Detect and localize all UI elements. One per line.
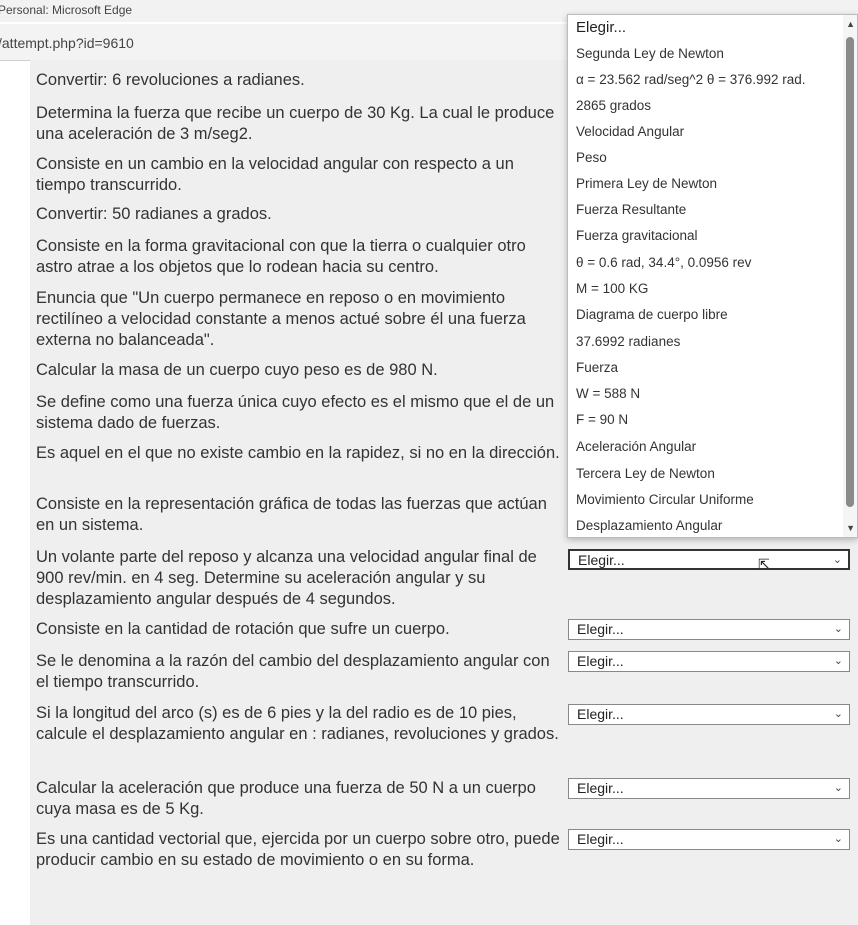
question-text: Se define como una fuerza única cuyo efe… — [36, 393, 555, 432]
question-text: Es aquel en el que no existe cambio en l… — [36, 444, 560, 462]
question-text: Calcular la aceleración que produce una … — [36, 779, 536, 818]
question-text: Consiste en un cambio en la velocidad an… — [36, 155, 514, 194]
dropdown-option[interactable]: Primera Ley de Newton — [576, 175, 717, 193]
dropdown-option[interactable]: Movimiento Circular Uniforme — [576, 491, 754, 509]
dropdown-option[interactable]: Desplazamiento Angular — [576, 517, 722, 535]
select-value: Elegir... — [578, 552, 625, 568]
dropdown-option[interactable]: M = 100 KG — [576, 280, 648, 298]
question-text: Consiste en la representación gráfica de… — [36, 495, 547, 534]
question-text: Si la longitud del arco (s) es de 6 pies… — [36, 704, 559, 743]
dropdown-option[interactable]: F = 90 N — [576, 411, 628, 429]
question-text: Se le denomina a la razón del cambio del… — [36, 652, 550, 691]
dropdown-option[interactable]: Peso — [576, 149, 607, 167]
question-text: Convertir: 50 radianes a grados. — [36, 205, 272, 223]
dropdown-option[interactable]: Diagrama de cuerpo libre — [576, 306, 728, 324]
dropdown-list[interactable]: Elegir... Segunda Ley de Newton α = 23.5… — [567, 14, 858, 538]
question-text: Un volante parte del reposo y alcanza un… — [36, 548, 537, 608]
answer-select[interactable]: Elegir... ⌄ — [568, 778, 850, 799]
answer-select[interactable]: Elegir... ⌄ — [568, 651, 850, 672]
chevron-down-icon: ⌄ — [832, 554, 842, 566]
window-title: Personal: Microsoft Edge — [0, 3, 133, 17]
chevron-down-icon: ⌄ — [833, 833, 843, 845]
select-value: Elegir... — [577, 706, 624, 722]
question-text: Convertir: 6 revoluciones a radianes. — [36, 71, 305, 89]
dropdown-option[interactable]: Velocidad Angular — [576, 123, 684, 141]
answer-select[interactable]: Elegir... ⌄ — [568, 829, 850, 850]
dropdown-option[interactable]: Elegir... — [576, 19, 626, 37]
answer-select[interactable]: Elegir... ⌄ — [568, 619, 850, 640]
dropdown-option[interactable]: Fuerza gravitacional — [576, 227, 698, 245]
scrollbar-thumb[interactable] — [846, 37, 854, 507]
question-text: Consiste en la cantidad de rotación que … — [36, 620, 450, 638]
question-text: Es una cantidad vectorial que, ejercida … — [36, 830, 560, 869]
dropdown-option[interactable]: W = 588 N — [576, 385, 640, 403]
dropdown-option[interactable]: 2865 grados — [576, 97, 651, 115]
select-value: Elegir... — [577, 831, 624, 847]
dropdown-option[interactable]: Fuerza — [576, 359, 618, 377]
question-text: Calcular la masa de un cuerpo cuyo peso … — [36, 361, 438, 379]
answer-select[interactable]: Elegir... ⌄ — [568, 549, 850, 570]
scroll-down-icon[interactable]: ▼ — [846, 523, 855, 533]
question-text: Enuncia que "Un cuerpo permanece en repo… — [36, 289, 526, 349]
select-value: Elegir... — [577, 621, 624, 637]
select-value: Elegir... — [577, 780, 624, 796]
dropdown-option[interactable]: 37.6992 radianes — [576, 333, 680, 351]
dropdown-option[interactable]: Segunda Ley de Newton — [576, 45, 724, 63]
dropdown-option[interactable]: Tercera Ley de Newton — [576, 465, 715, 483]
select-value: Elegir... — [577, 653, 624, 669]
url-text[interactable]: /attempt.php?id=9610 — [0, 35, 134, 51]
chevron-down-icon: ⌄ — [833, 782, 843, 794]
question-text: Consiste en la forma gravitacional con q… — [36, 237, 526, 276]
scroll-up-icon[interactable]: ▲ — [846, 19, 855, 29]
dropdown-option[interactable]: Fuerza Resultante — [576, 201, 686, 219]
dropdown-option[interactable]: Aceleración Angular — [576, 438, 696, 456]
answer-select[interactable]: Elegir... ⌄ — [568, 704, 850, 725]
question-text: Determina la fuerza que recibe un cuerpo… — [36, 104, 555, 143]
chevron-down-icon: ⌄ — [833, 623, 843, 635]
dropdown-option[interactable]: α = 23.562 rad/seg^2 θ = 376.992 rad. — [576, 71, 806, 89]
chevron-down-icon: ⌄ — [833, 655, 843, 667]
scrollbar[interactable]: ▲ ▼ — [843, 15, 857, 537]
chevron-down-icon: ⌄ — [833, 708, 843, 720]
mouse-pointer-icon: ⇱ — [758, 556, 770, 572]
dropdown-option[interactable]: θ = 0.6 rad, 34.4°, 0.0956 rev — [576, 254, 751, 272]
